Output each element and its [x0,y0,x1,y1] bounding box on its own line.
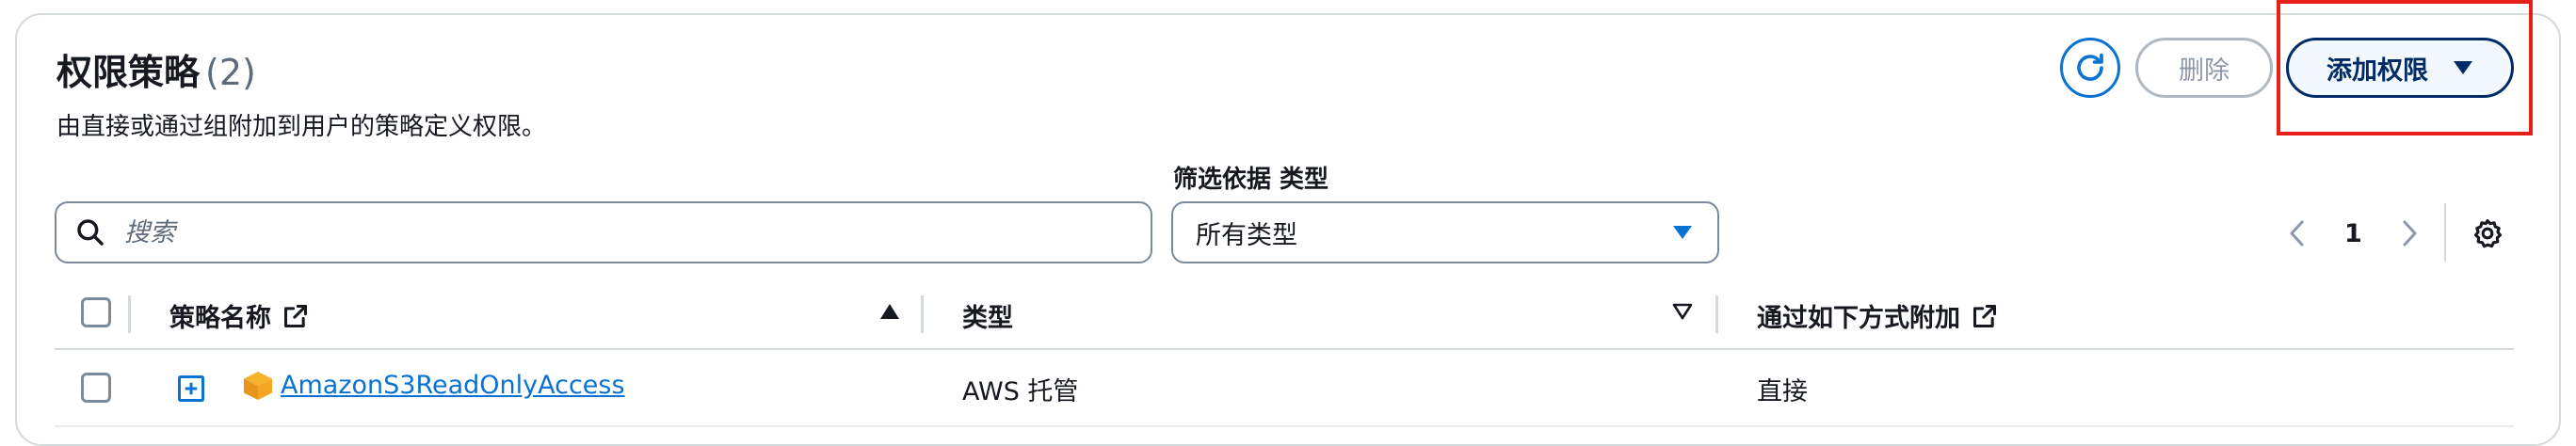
panel-description: 由直接或通过组附加到用户的策略定义权限。 [56,113,547,141]
current-page[interactable]: 1 [2344,219,2362,248]
column-separator [1715,295,1718,333]
expand-icon[interactable] [177,374,205,403]
refresh-icon [2077,53,2103,81]
table-header: 策略名称 类型 通过如下方式附加 [55,279,2514,350]
delete-button[interactable]: 删除 [2135,38,2273,98]
add-permissions-button[interactable]: 添加权限 [2286,38,2514,98]
page-title: 权限策略 (2) [56,43,256,95]
table-row: AmazonS3ReadOnlyAccess AWS 托管 直接 [55,352,2514,427]
row-checkbox[interactable] [81,373,111,403]
title-text: 权限策略 [56,52,201,93]
search-icon [77,219,104,246]
policy-type: AWS 托管 [962,377,1079,406]
column-header-label: 通过如下方式附加 [1757,304,1960,333]
table-settings-button[interactable] [2467,213,2508,254]
column-header-policy-name[interactable]: 策略名称 [169,297,309,334]
filter-type-label: 筛选依据 类型 [1173,166,1329,194]
gear-icon [2473,218,2503,248]
select-all-checkbox[interactable] [81,297,111,327]
add-permissions-label: 添加权限 [2326,56,2428,86]
type-filter-select[interactable]: 所有类型 [1171,201,1719,263]
refresh-button[interactable] [2060,38,2120,98]
column-header-type[interactable]: 类型 [962,297,1013,334]
caret-down-icon [1673,226,1692,239]
search-input[interactable] [122,216,1064,248]
external-link-icon [283,304,308,327]
column-header-label: 类型 [962,304,1013,333]
sort-ascending-icon[interactable] [879,303,900,320]
search-field[interactable] [55,201,1152,263]
policy-attached-via: 直接 [1757,377,1808,406]
chevron-left-icon[interactable] [2288,219,2307,247]
external-link-icon [1972,304,1997,327]
policy-count: (2) [205,52,256,93]
column-header-label: 策略名称 [169,304,271,333]
chevron-right-icon[interactable] [2400,219,2419,247]
column-header-attached-via[interactable]: 通过如下方式附加 [1757,297,1998,334]
column-separator [128,295,131,333]
pagination-divider [2444,203,2446,262]
type-filter-value: 所有类型 [1196,220,1297,250]
aws-managed-policy-icon [244,372,272,400]
policy-name-link[interactable]: AmazonS3ReadOnlyAccess [281,371,625,400]
caret-down-icon [2454,61,2472,74]
pagination: 1 [2288,205,2419,262]
column-separator [921,295,924,333]
sort-unsorted-icon[interactable] [1672,303,1693,320]
